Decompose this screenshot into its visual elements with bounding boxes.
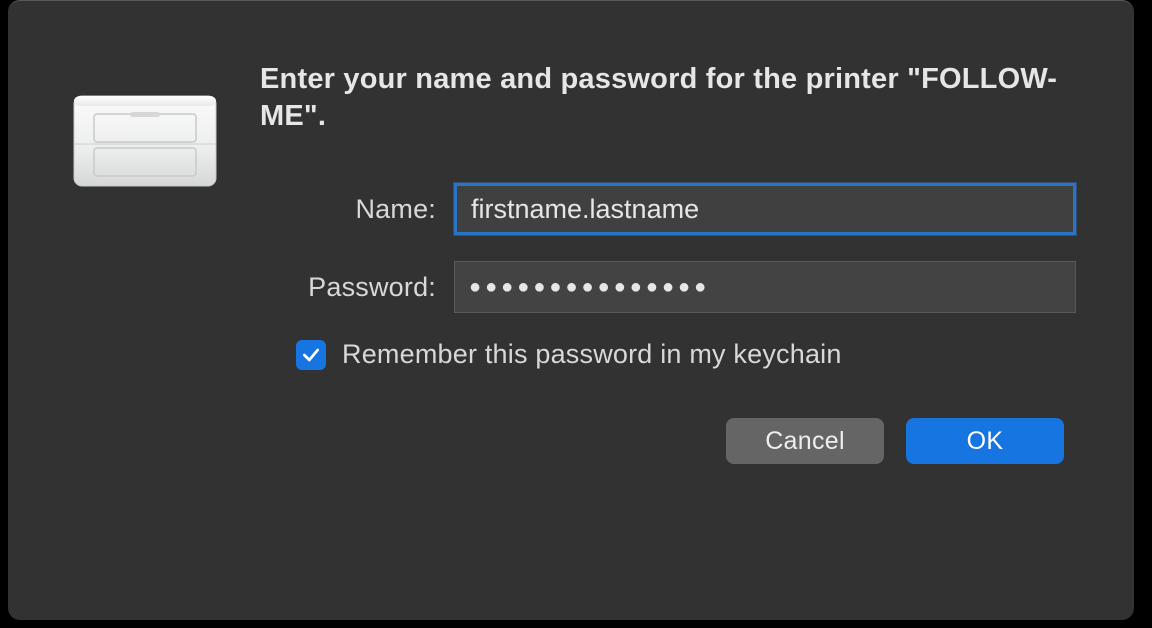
remember-checkbox[interactable] (296, 340, 326, 370)
name-label: Name: (260, 194, 454, 225)
password-label: Password: (260, 272, 454, 303)
button-row: Cancel OK (260, 418, 1076, 464)
icon-column (70, 61, 230, 464)
remember-label: Remember this password in my keychain (342, 339, 842, 370)
checkmark-icon (301, 345, 321, 365)
ok-button[interactable]: OK (906, 418, 1064, 464)
password-input[interactable] (454, 261, 1076, 313)
auth-dialog: Enter your name and password for the pri… (8, 0, 1134, 620)
prompt-text: Enter your name and password for the pri… (260, 61, 1076, 135)
dialog-content: Enter your name and password for the pri… (8, 31, 1134, 464)
remember-row: Remember this password in my keychain (260, 339, 1076, 370)
password-row: Password: (260, 261, 1076, 313)
name-input[interactable] (454, 183, 1076, 235)
printer-icon (70, 77, 220, 197)
name-row: Name: (260, 183, 1076, 235)
form-column: Enter your name and password for the pri… (230, 61, 1076, 464)
cancel-button[interactable]: Cancel (726, 418, 884, 464)
